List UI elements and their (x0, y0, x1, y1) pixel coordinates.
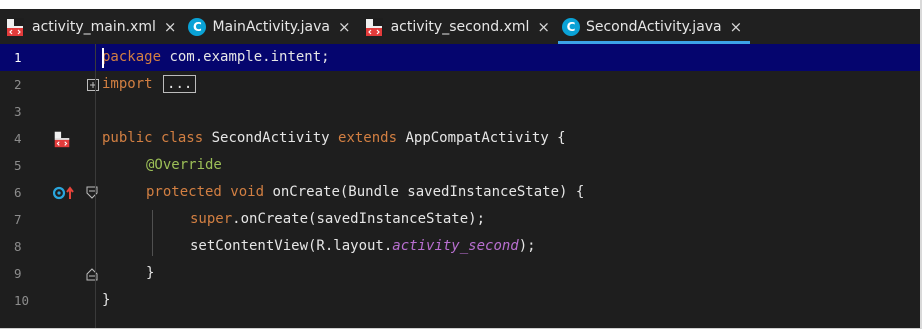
code-text[interactable]: protected void onCreate(Bundle savedInst… (146, 179, 584, 206)
android-xml-icon (6, 17, 24, 36)
method-signature: onCreate(Bundle savedInstanceState) { (264, 184, 585, 200)
code-line[interactable]: 5 @Override (0, 152, 920, 179)
related-layout-icon[interactable] (52, 125, 72, 152)
close-icon[interactable]: × (164, 18, 177, 36)
gutter-separator (95, 44, 96, 328)
tab-activity-second-xml[interactable]: activity_second.xml × (359, 9, 558, 44)
code-editor[interactable]: 1 package com.example.intent; 2 import .… (0, 44, 920, 328)
tab-label: activity_main.xml (32, 18, 156, 35)
code-line[interactable]: 4 public class SecondActivity extends Ap… (0, 125, 920, 152)
close-icon[interactable]: × (730, 18, 743, 36)
keyword: protected void (146, 184, 265, 200)
closing-brace: } (146, 265, 155, 281)
window-top-edge (0, 0, 920, 9)
keyword: import (102, 76, 153, 92)
tab-label: SecondActivity.java (585, 18, 722, 35)
fold-expand-icon[interactable] (87, 71, 99, 98)
code-line[interactable]: 10 } (0, 287, 920, 314)
code-text[interactable]: public class SecondActivity extends AppC… (102, 125, 566, 152)
closing-brace: } (102, 292, 111, 308)
code-line[interactable]: 6 protected void onCreate(Bundle savedIn… (0, 179, 920, 206)
statement: setContentView(R.layout. (190, 238, 393, 254)
editor-tab-bar: activity_main.xml × C MainActivity.java … (0, 9, 920, 44)
keyword: package (102, 49, 162, 65)
annotation: @Override (146, 157, 222, 173)
superclass: AppCompatActivity { (397, 130, 566, 146)
code-text[interactable]: setContentView(R.layout.activity_second)… (190, 233, 536, 260)
keyword: extends (338, 130, 398, 146)
code-line[interactable]: 7 super.onCreate(savedInstanceState); (0, 206, 920, 233)
code-text[interactable]: @Override (146, 152, 222, 179)
java-class-icon: C (561, 17, 580, 36)
java-class-icon: C (188, 17, 207, 36)
indent-guide (152, 210, 153, 256)
fold-collapse-icon[interactable] (86, 179, 98, 206)
code-line[interactable]: 1 package com.example.intent; (0, 44, 920, 71)
close-icon[interactable]: × (537, 18, 550, 36)
line-number: 3 (14, 104, 22, 119)
line-number: 2 (14, 77, 22, 92)
tab-main-activity-java[interactable]: C MainActivity.java × (184, 9, 358, 44)
code-line[interactable]: 8 setContentView(R.layout.activity_secon… (0, 233, 920, 260)
layout-field: activity_second (392, 238, 519, 254)
keyword: super (190, 211, 233, 227)
code-text[interactable]: } (102, 287, 110, 314)
tab-second-activity-java[interactable]: C SecondActivity.java × (557, 9, 751, 44)
line-number: 6 (14, 185, 22, 200)
statement: .onCreate(savedInstanceState); (232, 211, 486, 227)
code-text[interactable]: } (146, 260, 154, 287)
package-name: com.example.intent; (161, 49, 330, 65)
text-cursor (102, 48, 104, 68)
code-line[interactable]: 3 (0, 98, 920, 125)
line-number: 10 (14, 293, 30, 308)
android-xml-icon (364, 17, 383, 36)
code-text[interactable]: import ... (102, 71, 197, 98)
line-number: 1 (14, 50, 22, 65)
class-name: SecondActivity (203, 130, 339, 146)
tab-label: MainActivity.java (212, 18, 331, 35)
line-number: 7 (14, 212, 22, 227)
line-number: 4 (14, 131, 22, 146)
keyword: public class (102, 130, 204, 146)
code-line[interactable]: 2 import ... (0, 71, 920, 98)
collapsed-imports[interactable]: ... (163, 75, 197, 93)
line-number: 9 (14, 266, 22, 281)
editor-window: activity_main.xml × C MainActivity.java … (0, 0, 922, 329)
line-number: 5 (14, 158, 22, 173)
line-number: 8 (14, 239, 22, 254)
statement-end: ); (518, 238, 536, 254)
tab-label: activity_second.xml (390, 18, 530, 35)
code-text[interactable]: package com.example.intent; (102, 44, 330, 71)
override-method-icon[interactable] (53, 179, 75, 206)
code-line[interactable]: 9 } (0, 260, 920, 287)
tab-activity-main-xml[interactable]: activity_main.xml × (0, 9, 184, 44)
fold-end-icon[interactable] (86, 260, 98, 287)
close-icon[interactable]: × (338, 18, 351, 36)
code-text[interactable]: super.onCreate(savedInstanceState); (190, 206, 485, 233)
